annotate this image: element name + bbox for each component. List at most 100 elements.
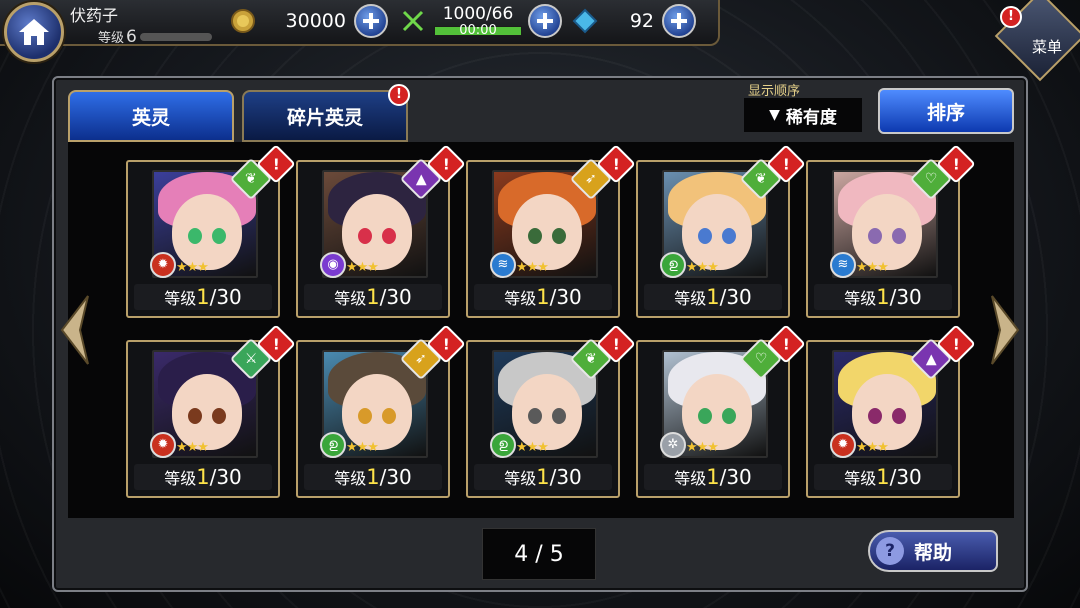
element-icon: ≋: [830, 252, 856, 278]
hero-level-current: 1: [706, 465, 720, 489]
gem-icon: [570, 6, 600, 36]
hero-level-max: /30: [379, 285, 412, 309]
hero-level: 等级1/30: [814, 464, 952, 490]
tab-hero-shards[interactable]: 碎片英灵 !: [242, 84, 410, 142]
home-button[interactable]: [4, 2, 64, 62]
hero-card[interactable]: ♡ ≋ ★★★! 等级1/30: [806, 144, 976, 318]
prev-page-arrow[interactable]: [58, 292, 90, 368]
element-icon: ✲: [660, 432, 686, 458]
hero-level-max: /30: [719, 465, 752, 489]
hero-level-label: 等级: [334, 469, 367, 488]
hero-level-current: 1: [196, 465, 210, 489]
hero-level-max: /30: [719, 285, 752, 309]
hero-level-current: 1: [536, 465, 550, 489]
hero-level: 等级1/30: [644, 284, 782, 310]
stamina-value: 1000/66: [442, 4, 514, 24]
gold-display: 30000: [228, 4, 346, 38]
hero-level: 等级1/30: [304, 464, 442, 490]
exp-bar: [140, 33, 212, 41]
hero-level: 等级1/30: [134, 284, 272, 310]
hero-level: 等级1/30: [644, 464, 782, 490]
menu-alert-badge: !: [1000, 6, 1022, 28]
top-status-bar: 伏药子 等级 6 30000 1000/66 00:00 92: [0, 0, 720, 47]
rarity-stars: ★★★: [856, 260, 889, 275]
gem-value: 92: [629, 10, 654, 32]
rarity-stars: ★★★: [516, 440, 549, 455]
hero-card[interactable]: ⚔ ✹ ★★★! 等级1/30: [126, 324, 296, 498]
hero-card[interactable]: ❦ ✹ ★★★! 等级1/30: [126, 144, 296, 318]
hero-level-label: 等级: [674, 469, 707, 488]
hero-level-max: /30: [549, 465, 582, 489]
rarity-stars: ★★★: [346, 440, 379, 455]
hero-level-label: 等级: [674, 289, 707, 308]
element-icon: ✹: [830, 432, 856, 458]
hero-level: 等级1/30: [474, 284, 612, 310]
add-stamina-button[interactable]: [528, 4, 562, 38]
rarity-stars: ★★★: [176, 440, 209, 455]
rarity-stars: ★★★: [176, 260, 209, 275]
hero-card[interactable]: ♡ ✲ ★★★! 等级1/30: [636, 324, 806, 498]
player-name: 伏药子: [70, 6, 119, 25]
gem-display: 92: [570, 4, 654, 38]
element-icon: ✹: [150, 252, 176, 278]
hero-level-current: 1: [536, 285, 550, 309]
hero-level-current: 1: [706, 285, 720, 309]
stamina-display: [398, 4, 428, 38]
sort-button[interactable]: 排序: [878, 88, 1014, 134]
tab-heroes[interactable]: 英灵: [68, 90, 234, 142]
hero-card[interactable]: ❦ ഉ ★★★! 等级1/30: [636, 144, 806, 318]
hero-level-current: 1: [366, 465, 380, 489]
hero-level-max: /30: [889, 285, 922, 309]
home-icon: [19, 19, 49, 45]
element-icon: ≋: [490, 252, 516, 278]
question-icon: ?: [876, 537, 904, 565]
gold-coin-icon: [228, 6, 258, 36]
element-icon: ഉ: [320, 432, 346, 458]
hero-level-max: /30: [549, 285, 582, 309]
hero-level: 等级1/30: [814, 284, 952, 310]
element-icon: ◉: [320, 252, 346, 278]
gold-value: 30000: [285, 10, 346, 32]
hero-level: 等级1/30: [304, 284, 442, 310]
next-page-arrow[interactable]: [990, 292, 1022, 368]
hero-level-max: /30: [209, 465, 242, 489]
help-button[interactable]: ? 帮助: [868, 530, 998, 572]
hero-level-label: 等级: [164, 469, 197, 488]
hero-level: 等级1/30: [134, 464, 272, 490]
sort-order-value: 稀有度: [785, 107, 837, 128]
tab-label: 碎片英灵: [286, 106, 363, 129]
tab-alert-badge: !: [388, 84, 410, 106]
hero-level-max: /30: [379, 465, 412, 489]
hero-card[interactable]: ▲ ✹ ★★★! 等级1/30: [806, 324, 976, 498]
hero-level-current: 1: [366, 285, 380, 309]
sort-order-caption: 显示顺序: [748, 84, 801, 99]
hero-level-label: 等级: [844, 289, 877, 308]
sort-button-label: 排序: [926, 101, 965, 124]
crossed-swords-icon: [398, 6, 428, 36]
hero-level-current: 1: [196, 285, 210, 309]
add-gold-button[interactable]: [354, 4, 388, 38]
hero-level-label: 等级: [504, 289, 537, 308]
hero-list-panel: 英灵 碎片英灵 ! 显示顺序 ▼ 稀有度 排序 ❦ ✹ ★★★! 等级1/30 ▲ ◉ ★★…: [52, 76, 1028, 592]
rarity-stars: ★★★: [516, 260, 549, 275]
add-gem-button[interactable]: [662, 4, 696, 38]
hero-level-label: 等级: [334, 289, 367, 308]
hero-card[interactable]: ❦ ഉ ★★★! 等级1/30: [466, 324, 636, 498]
hero-level-current: 1: [876, 285, 890, 309]
hero-level-label: 等级: [504, 469, 537, 488]
hero-card[interactable]: ➶ ≋ ★★★! 等级1/30: [466, 144, 636, 318]
element-icon: ✹: [150, 432, 176, 458]
element-icon: ഉ: [660, 252, 686, 278]
page-indicator: 4 / 5: [482, 528, 596, 580]
rarity-stars: ★★★: [856, 440, 889, 455]
hero-level-label: 等级: [844, 469, 877, 488]
stamina-timer: 00:00: [459, 23, 497, 38]
chevron-down-icon: ▼: [769, 107, 780, 123]
hero-card[interactable]: ▲ ◉ ★★★! 等级1/30: [296, 144, 466, 318]
hero-card[interactable]: ➶ ഉ ★★★! 等级1/30: [296, 324, 466, 498]
player-level: 等级 6: [98, 27, 137, 47]
hero-level-current: 1: [876, 465, 890, 489]
rarity-stars: ★★★: [686, 260, 719, 275]
hero-level-max: /30: [889, 465, 922, 489]
sort-order-select[interactable]: ▼ 稀有度: [744, 98, 862, 132]
